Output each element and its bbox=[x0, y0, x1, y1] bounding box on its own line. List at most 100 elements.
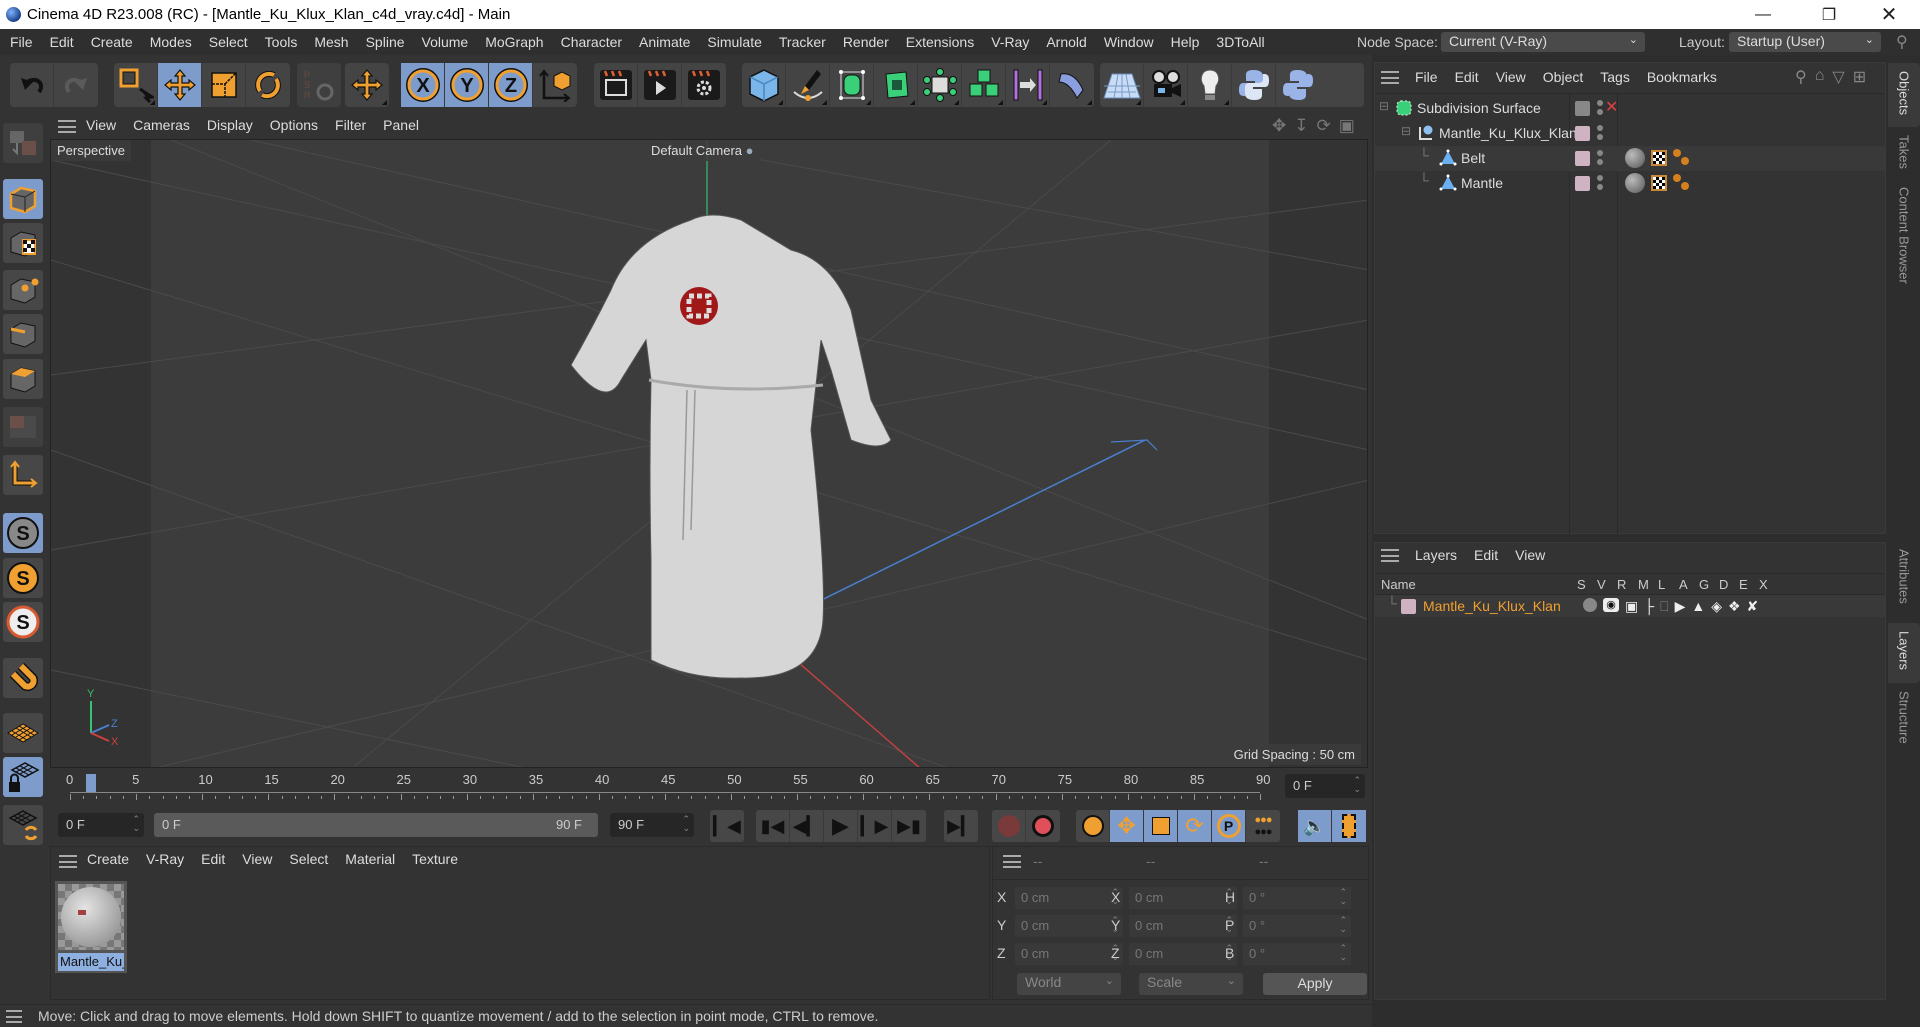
position-z-field[interactable]: 0 cm ⌃ ⌄ bbox=[1015, 943, 1123, 965]
menu-edit[interactable]: Edit bbox=[50, 34, 74, 50]
new-view-icon[interactable]: ⊞ bbox=[1853, 67, 1866, 87]
xref-icon[interactable]: ✘ bbox=[1747, 598, 1759, 615]
tab-objects[interactable]: Objects bbox=[1888, 63, 1920, 127]
snap-settings-button[interactable]: S bbox=[3, 558, 43, 598]
bend-button[interactable] bbox=[1050, 63, 1094, 107]
timeline-ruler[interactable]: 0 5 10 15 20 25 30 35 40 45 50 55 60 65 70 75 80 85 90 0 F… bbox=[50, 768, 1368, 804]
maximize-view-icon[interactable]: ▣ bbox=[1339, 116, 1355, 136]
object-menu-view[interactable]: View bbox=[1496, 69, 1526, 85]
light-button[interactable] bbox=[1188, 63, 1232, 107]
size-z-field[interactable]: 0 cm ⌃ ⌄ bbox=[1129, 943, 1237, 965]
viewport-menu-filter[interactable]: Filter bbox=[335, 117, 366, 133]
layer-column-d[interactable]: D bbox=[1719, 577, 1728, 592]
menu-mograph[interactable]: MoGraph bbox=[485, 34, 543, 50]
material-menu-view[interactable]: View bbox=[242, 851, 272, 867]
x-axis-lock-button[interactable]: X bbox=[401, 63, 445, 107]
position-y-field[interactable]: 0 cm ⌃ ⌄ bbox=[1015, 915, 1123, 937]
material-tag-icon[interactable] bbox=[1625, 148, 1645, 168]
layer-color-swatch[interactable] bbox=[1575, 126, 1590, 141]
key-position-button[interactable]: ✥ bbox=[1110, 810, 1144, 842]
material-swatch[interactable]: Mantle_Ku_ bbox=[55, 881, 127, 973]
orbit-view-icon[interactable]: ⟳ bbox=[1317, 116, 1331, 136]
uv-mode-button[interactable] bbox=[3, 407, 43, 447]
layer-column-e[interactable]: E bbox=[1739, 577, 1748, 592]
menu-simulate[interactable]: Simulate bbox=[707, 34, 761, 50]
menu-extensions[interactable]: Extensions bbox=[906, 34, 974, 50]
next-frame-button[interactable]: ▎▶ bbox=[858, 810, 892, 842]
editor-toggle-icon[interactable] bbox=[1575, 101, 1590, 116]
render-settings-button[interactable] bbox=[682, 63, 726, 107]
layer-column-name[interactable]: Name bbox=[1381, 577, 1416, 592]
solo-icon[interactable] bbox=[1583, 598, 1597, 612]
layer-column-s[interactable]: S bbox=[1577, 577, 1586, 592]
object-menu-object[interactable]: Object bbox=[1543, 69, 1583, 85]
spinner-icon[interactable]: ⌃ ⌄ bbox=[1339, 944, 1347, 962]
menu-v-ray[interactable]: V-Ray bbox=[991, 34, 1029, 50]
viewport-menu-cameras[interactable]: Cameras bbox=[133, 117, 190, 133]
menu-file[interactable]: File bbox=[10, 34, 33, 50]
floor-button[interactable] bbox=[1100, 63, 1144, 107]
move-button[interactable] bbox=[158, 63, 202, 107]
material-tag-icon[interactable] bbox=[1625, 173, 1645, 193]
current-frame-field[interactable]: 0 F ⌃ ⌄ bbox=[1285, 774, 1365, 798]
menu-create[interactable]: Create bbox=[91, 34, 133, 50]
quantize-button[interactable]: S bbox=[3, 602, 43, 642]
object-row[interactable]: └ Mantle bbox=[1375, 171, 1885, 196]
object-menu-file[interactable]: File bbox=[1415, 69, 1438, 85]
object-menu-tags[interactable]: Tags bbox=[1600, 69, 1630, 85]
render-view-button[interactable] bbox=[594, 63, 638, 107]
extrude-button[interactable] bbox=[874, 63, 918, 107]
visibility-dots-icon[interactable] bbox=[1597, 125, 1603, 143]
menu-volume[interactable]: Volume bbox=[422, 34, 469, 50]
rotation-b-field[interactable]: 0 ° ⌃ ⌄ bbox=[1243, 943, 1351, 965]
play-button[interactable]: ▶ bbox=[824, 810, 858, 842]
close-button[interactable]: ✕ bbox=[1866, 0, 1912, 29]
pan-view-icon[interactable]: ✥ bbox=[1272, 116, 1286, 136]
viewport-menu-panel[interactable]: Panel bbox=[383, 117, 419, 133]
animation-play-icon[interactable]: ▶ bbox=[1675, 598, 1686, 615]
coordinate-space-dropdown[interactable]: World ⌄ bbox=[1017, 973, 1121, 995]
python-button[interactable] bbox=[1232, 63, 1276, 107]
playhead[interactable] bbox=[86, 774, 96, 792]
layer-menu-layers[interactable]: Layers bbox=[1415, 547, 1457, 563]
go-to-start-button[interactable]: ▎◀ bbox=[710, 810, 744, 842]
object-row[interactable]: ⊟ Subdivision Surface ✕ bbox=[1375, 96, 1885, 121]
workplane-cycle-button[interactable] bbox=[3, 805, 43, 845]
spinner-icon[interactable]: ⌃ ⌄ bbox=[682, 815, 690, 833]
spinner-icon[interactable]: ⌃ ⌄ bbox=[1339, 916, 1347, 934]
psr-button[interactable]: PSR bbox=[297, 63, 341, 107]
layer-color-swatch[interactable] bbox=[1401, 599, 1416, 614]
object-name[interactable]: Mantle bbox=[1461, 175, 1503, 191]
end-frame-field[interactable]: 90 F ⌃ ⌄ bbox=[610, 813, 694, 837]
generators-icon[interactable]: ▲ bbox=[1691, 598, 1705, 615]
expressions-python-icon[interactable]: ❖ bbox=[1728, 598, 1741, 615]
search-icon[interactable]: ⚲ bbox=[1896, 32, 1908, 52]
locked-icon[interactable]: ⎕ bbox=[1660, 598, 1668, 615]
tab-layers[interactable]: Layers bbox=[1888, 623, 1920, 683]
tab-takes[interactable]: Takes bbox=[1888, 127, 1920, 179]
deformers-icon[interactable]: ◈ bbox=[1711, 598, 1722, 615]
previous-key-button[interactable]: ▮◀ bbox=[756, 810, 790, 842]
key-parameter-button[interactable]: P bbox=[1212, 810, 1246, 842]
menu-tools[interactable]: Tools bbox=[265, 34, 298, 50]
object-row[interactable]: └ Belt bbox=[1375, 146, 1885, 171]
camera-label[interactable]: Default Camera ● bbox=[645, 140, 760, 161]
uvw-tag-icon[interactable] bbox=[1651, 175, 1667, 191]
search-icon[interactable]: ⚲ bbox=[1795, 67, 1807, 87]
vray-tag-icon[interactable] bbox=[1673, 149, 1691, 167]
axis-move-button[interactable] bbox=[345, 63, 389, 107]
deformer-button[interactable] bbox=[918, 63, 962, 107]
disabled-x-icon[interactable]: ✕ bbox=[1605, 97, 1618, 117]
menu-render[interactable]: Render bbox=[843, 34, 889, 50]
tab-attributes[interactable]: Attributes bbox=[1888, 541, 1920, 623]
menu-window[interactable]: Window bbox=[1104, 34, 1154, 50]
timeline-toggle-button[interactable] bbox=[1332, 810, 1366, 842]
layer-column-l[interactable]: L bbox=[1658, 577, 1665, 592]
menu-spline[interactable]: Spline bbox=[366, 34, 405, 50]
object-name[interactable]: Belt bbox=[1461, 150, 1485, 166]
layer-color-swatch[interactable] bbox=[1575, 151, 1590, 166]
visibility-dots-icon[interactable] bbox=[1597, 150, 1603, 168]
sound-button[interactable]: 🔈 bbox=[1298, 810, 1332, 842]
object-menu-icon[interactable] bbox=[1381, 71, 1399, 84]
visible-eye-icon[interactable]: ◉ bbox=[1603, 598, 1619, 612]
